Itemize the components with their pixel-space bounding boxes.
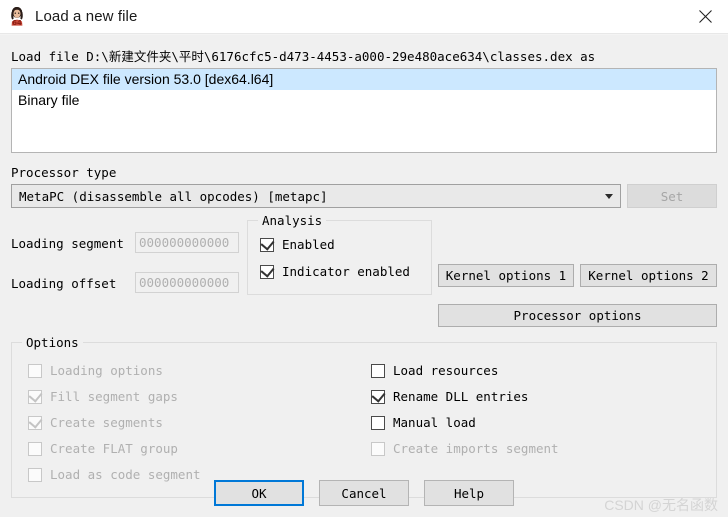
list-item[interactable]: Android DEX file version 53.0 [dex64.l64…	[12, 69, 716, 90]
checkbox-analysis-enabled[interactable]: Enabled	[260, 235, 335, 252]
checkbox-label: Manual load	[393, 415, 476, 430]
analysis-group-title: Analysis	[258, 213, 327, 228]
processor-type-label: Processor type	[11, 165, 117, 180]
checkbox-create-segments[interactable]: Create segments	[28, 413, 163, 430]
checkbox-box[interactable]	[260, 235, 275, 252]
file-type-listbox[interactable]: Android DEX file version 53.0 [dex64.l64…	[11, 68, 717, 153]
checkbox-box[interactable]	[371, 363, 385, 378]
loading-offset-label: Loading offset	[11, 276, 117, 291]
checkbox-box	[28, 441, 42, 456]
titlebar-separator	[0, 33, 728, 35]
close-icon[interactable]	[683, 0, 728, 33]
checkbox-box	[28, 387, 43, 404]
checkbox-box	[28, 363, 42, 378]
checkbox-box	[371, 441, 385, 456]
ok-button[interactable]: OK	[214, 480, 304, 506]
checkbox-label: Rename DLL entries	[393, 389, 529, 404]
analysis-groupbox: Analysis Enabled Indicator enabled	[247, 213, 432, 295]
set-button[interactable]: Set	[627, 184, 717, 208]
checkbox-create-imports-segment[interactable]: Create imports segment	[371, 441, 559, 456]
checkbox-create-flat-group[interactable]: Create FLAT group	[28, 441, 178, 456]
ida-logo-icon: 64	[7, 6, 27, 26]
list-item[interactable]: Binary file	[12, 90, 716, 111]
checkbox-indicator-enabled[interactable]: Indicator enabled	[260, 262, 410, 279]
checkbox-label: Create imports segment	[393, 441, 559, 456]
checkbox-box	[28, 413, 43, 430]
checkbox-fill-segment-gaps[interactable]: Fill segment gaps	[28, 387, 178, 404]
checkbox-load-resources[interactable]: Load resources	[371, 363, 498, 378]
checkbox-label: Load resources	[393, 363, 499, 378]
processor-options-button[interactable]: Processor options	[438, 304, 717, 327]
chevron-down-icon[interactable]	[598, 185, 620, 207]
watermark: CSDN @无名函数	[604, 497, 718, 513]
kernel-options-2-button[interactable]: Kernel options 2	[580, 264, 717, 287]
window-title: Load a new file	[35, 7, 138, 25]
checkbox-loading-options[interactable]: Loading options	[28, 363, 163, 378]
options-group-title: Options	[22, 335, 83, 350]
processor-type-select[interactable]: MetaPC (disassemble all opcodes) [metapc…	[11, 184, 621, 208]
loading-segment-input[interactable]: 000000000000	[135, 232, 239, 253]
checkbox-label: Create segments	[50, 415, 163, 430]
processor-type-value: MetaPC (disassemble all opcodes) [metapc…	[19, 188, 328, 204]
svg-text:64: 64	[12, 19, 22, 26]
load-file-prompt: Load file D:\新建文件夹\平时\6176cfc5-d473-4453…	[11, 49, 596, 64]
checkbox-label: Indicator enabled	[282, 264, 410, 279]
options-groupbox: Options Loading options Fill segment gap…	[11, 335, 717, 498]
checkbox-box[interactable]	[260, 262, 275, 279]
help-button[interactable]: Help	[424, 480, 514, 506]
kernel-options-1-button[interactable]: Kernel options 1	[438, 264, 574, 287]
checkbox-label: Create FLAT group	[50, 441, 178, 456]
checkbox-box[interactable]	[371, 415, 385, 430]
checkbox-rename-dll-entries[interactable]: Rename DLL entries	[371, 387, 529, 404]
checkbox-label: Enabled	[282, 237, 335, 252]
window-titlebar: 64 Load a new file	[0, 0, 728, 35]
checkbox-box[interactable]	[371, 387, 386, 404]
checkbox-label: Fill segment gaps	[50, 389, 178, 404]
dialog-body: Load file D:\新建文件夹\平时\6176cfc5-d473-4453…	[0, 36, 728, 517]
cancel-button[interactable]: Cancel	[319, 480, 409, 506]
loading-segment-label: Loading segment	[11, 236, 124, 251]
checkbox-label: Loading options	[50, 363, 163, 378]
loading-offset-input[interactable]: 000000000000	[135, 272, 239, 293]
checkbox-manual-load[interactable]: Manual load	[371, 415, 476, 430]
